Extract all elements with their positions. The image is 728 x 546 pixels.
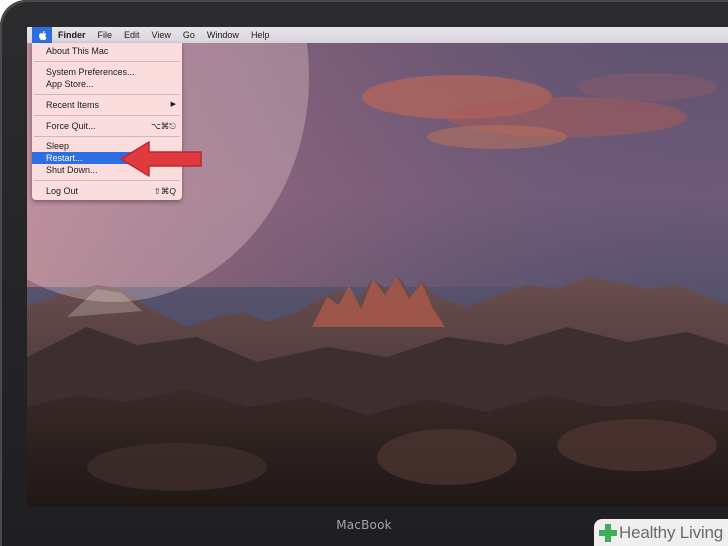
pointer-arrow-icon (120, 141, 202, 177)
menu-item-log-out-label: Log Out (46, 186, 79, 196)
menu-item-recent-items-label: Recent Items (46, 100, 100, 110)
menu-separator (34, 61, 180, 62)
menu-item-force-quit[interactable]: Force Quit... ⌥⌘⎋ (32, 120, 182, 132)
menu-window[interactable]: Window (201, 27, 245, 43)
apple-menu-button[interactable] (32, 27, 52, 43)
menu-item-recent-items[interactable]: Recent Items ▶ (32, 99, 182, 111)
menu-separator (34, 180, 180, 181)
menu-file[interactable]: File (92, 27, 119, 43)
force-quit-shortcut: ⌥⌘⎋ (150, 121, 176, 131)
menu-help[interactable]: Help (245, 27, 276, 43)
watermark-text: Healthy Living (619, 522, 723, 542)
menu-item-about[interactable]: About This Mac (32, 45, 182, 57)
menu-separator (34, 136, 180, 137)
menu-item-system-preferences[interactable]: System Preferences... (32, 66, 182, 78)
menu-item-app-store-label: App Store... (46, 79, 94, 89)
screen: Finder File Edit View Go Window Help Abo… (27, 27, 728, 507)
menu-item-sleep-label: Sleep (46, 141, 70, 151)
menu-item-restart-label: Restart... (46, 153, 83, 163)
menu-finder[interactable]: Finder (52, 27, 92, 43)
log-out-shortcut: ⇧⌘Q (153, 186, 176, 196)
menu-item-app-store[interactable]: App Store... (32, 78, 182, 90)
apple-logo-icon (38, 30, 47, 40)
menu-item-force-quit-label: Force Quit... (46, 121, 96, 131)
menu-view[interactable]: View (146, 27, 177, 43)
menu-item-system-preferences-label: System Preferences... (46, 67, 135, 77)
plus-cross-icon (599, 523, 617, 542)
menu-separator (34, 94, 180, 95)
menu-item-shut-down-label: Shut Down... (46, 165, 98, 175)
watermark: Healthy Living (594, 519, 728, 546)
submenu-arrow-icon: ▶ (170, 101, 176, 108)
menu-separator (34, 115, 180, 116)
menu-bar: Finder File Edit View Go Window Help (27, 27, 728, 43)
menu-go[interactable]: Go (177, 27, 201, 43)
menu-item-log-out[interactable]: Log Out ⇧⌘Q (32, 185, 182, 197)
menu-item-about-label: About This Mac (46, 46, 109, 56)
menu-edit[interactable]: Edit (118, 27, 146, 43)
